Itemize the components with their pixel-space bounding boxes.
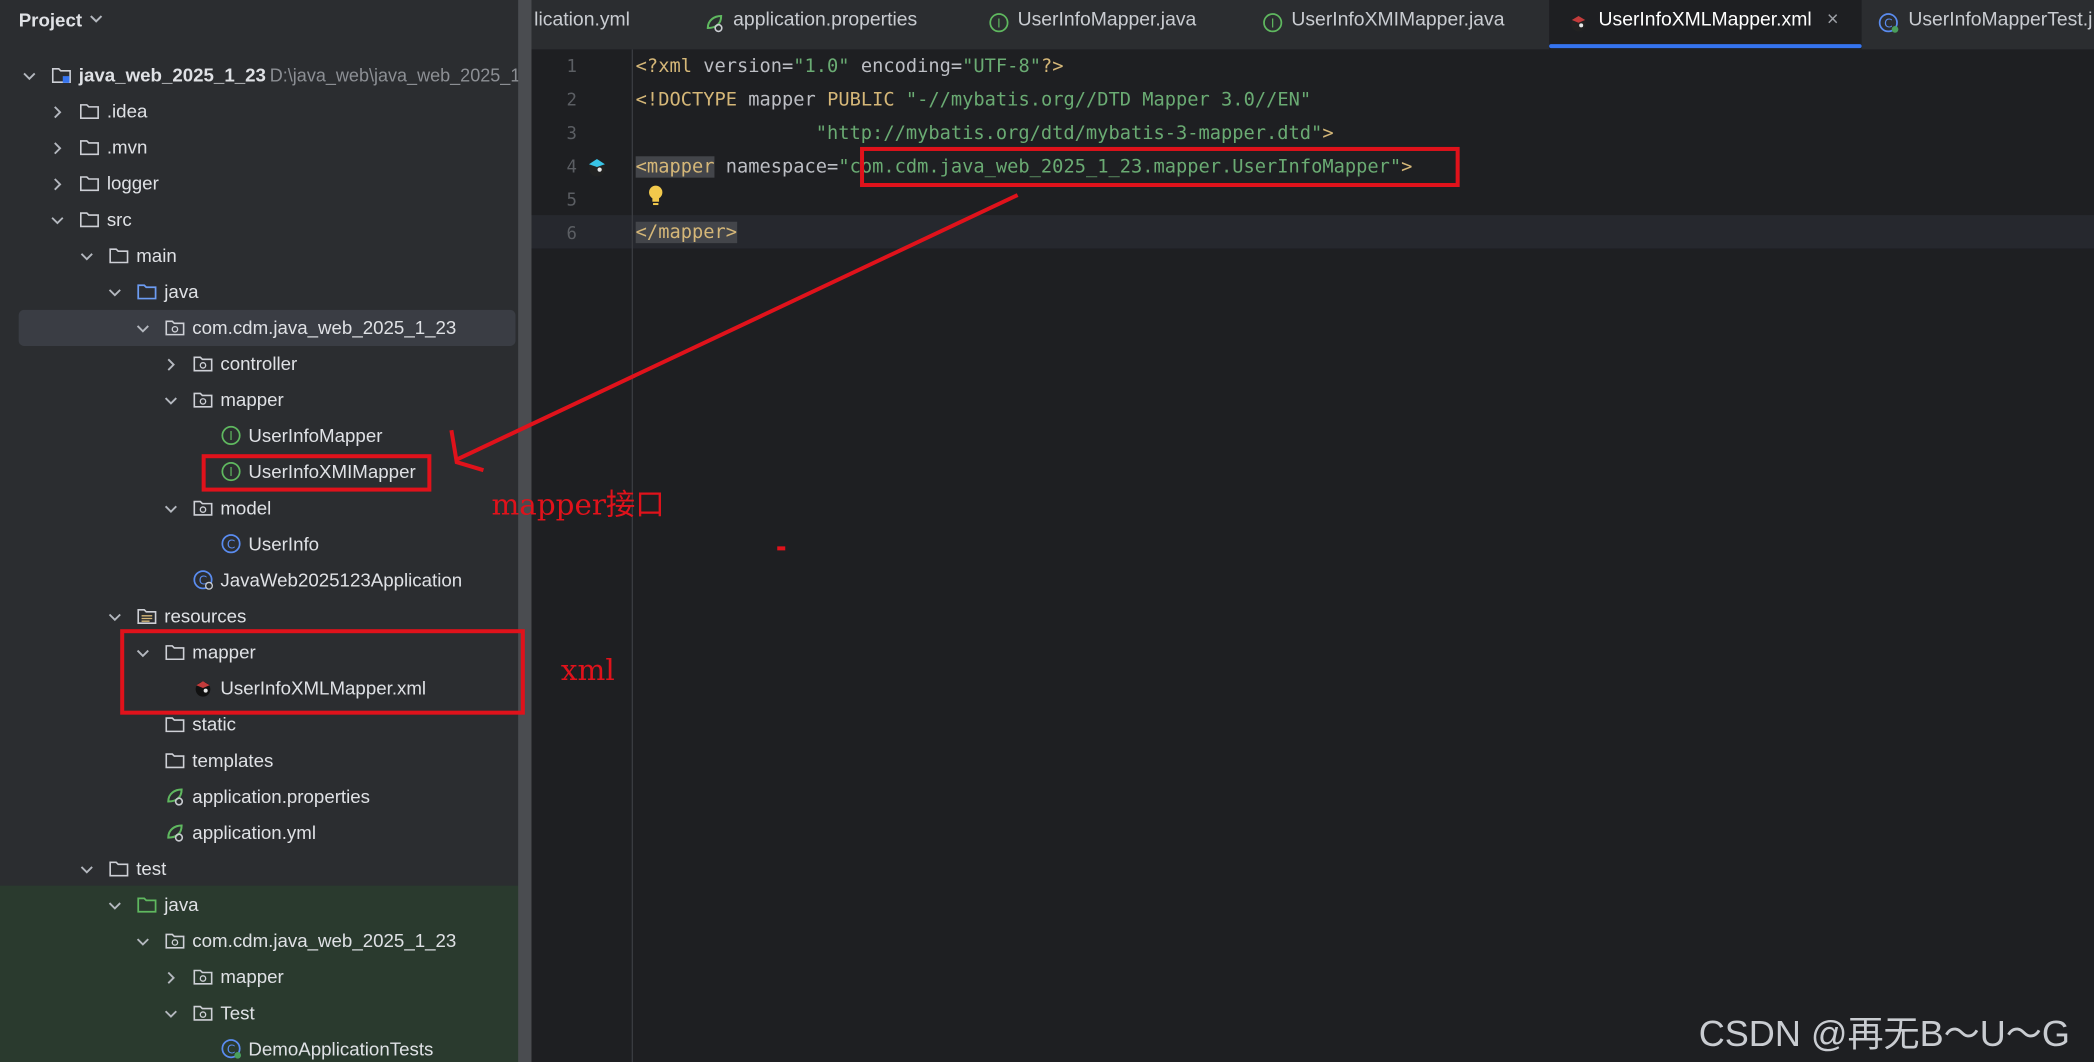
mapper-interface-label: mapper接口 [491, 488, 665, 523]
annotation-arrow [449, 193, 1019, 551]
ide-window: Project java_web_2025_1_23 D:\java_web\ja… [0, 0, 2094, 1062]
csdn-watermark: CSDN @再无B～U～G [1698, 1013, 2070, 1054]
xml-label: xml [560, 654, 615, 688]
